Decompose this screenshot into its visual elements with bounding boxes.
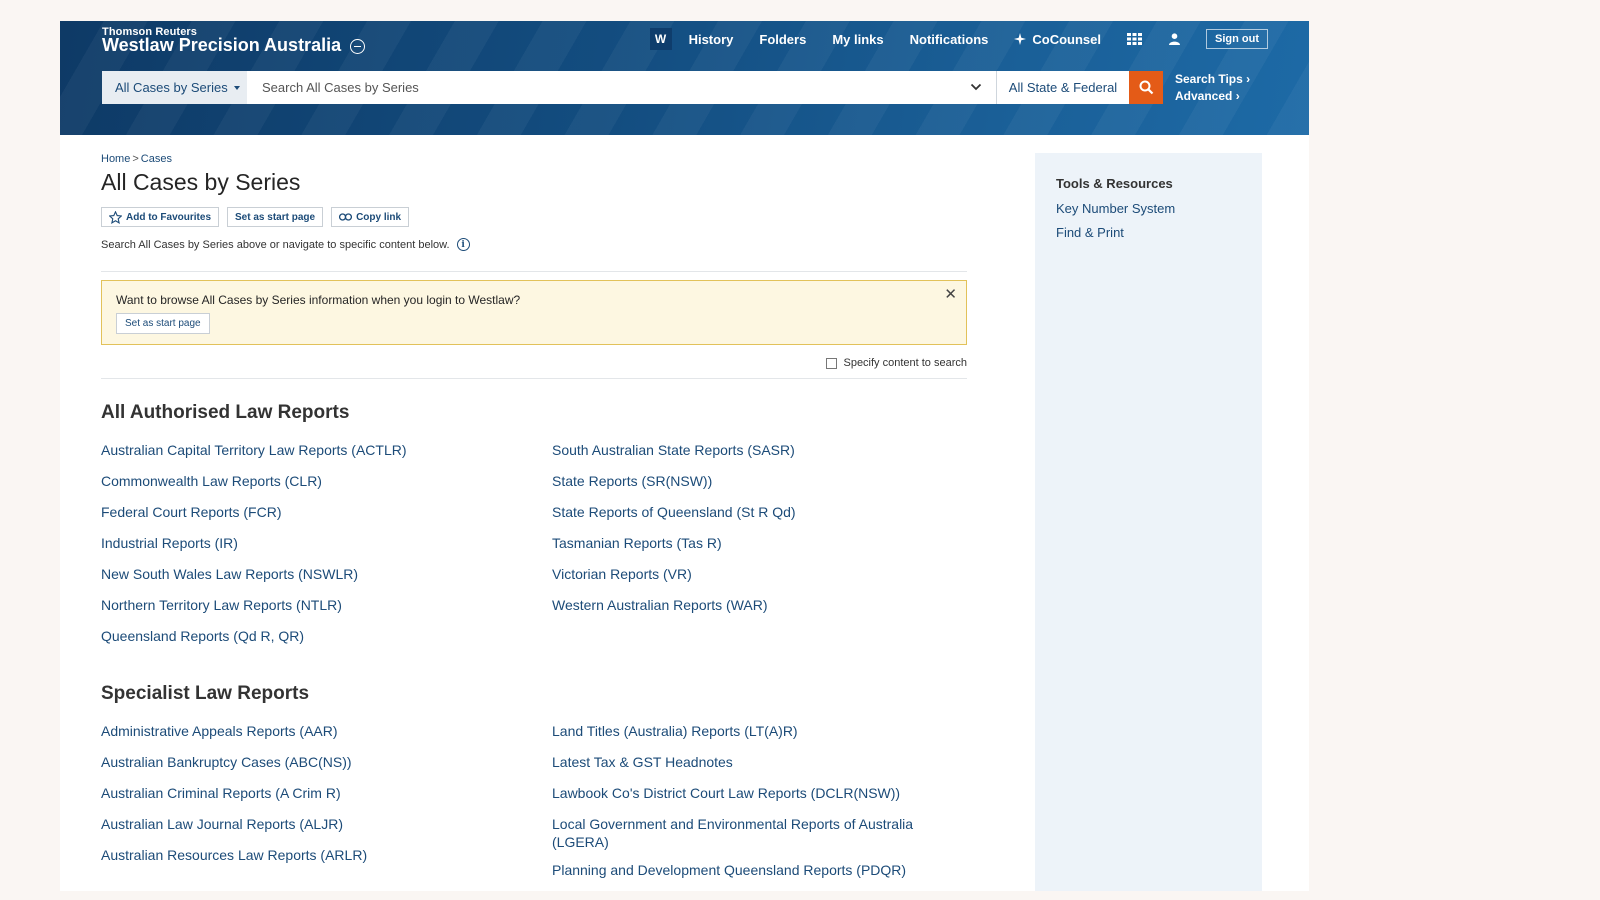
chevron-down-icon[interactable] xyxy=(970,81,982,93)
list-item[interactable]: Planning and Development Queensland Repo… xyxy=(552,861,947,891)
specify-content-checkbox[interactable]: Specify content to search xyxy=(823,357,967,369)
breadcrumb-cases[interactable]: Cases xyxy=(141,153,172,165)
nav-history[interactable]: History xyxy=(689,32,734,47)
nav-my-links[interactable]: My links xyxy=(832,32,883,47)
westlaw-w-button[interactable]: W xyxy=(649,28,672,50)
list-item[interactable]: Industrial Reports (IR) xyxy=(101,534,531,565)
list-item[interactable]: State Reports (SR(NSW)) xyxy=(552,472,967,503)
list-item[interactable]: New South Wales Law Reports (NSWLR) xyxy=(101,565,531,596)
checkbox[interactable] xyxy=(826,357,838,369)
search-input[interactable] xyxy=(247,71,997,104)
search-tips-link[interactable]: Search Tips › xyxy=(1175,71,1250,88)
sparkle-icon xyxy=(1014,33,1027,45)
banner-message: Want to browse All Cases by Series infor… xyxy=(116,293,521,307)
authorised-reports-right: South Australian State Reports (SASR) St… xyxy=(552,441,967,627)
sidebar-title: Tools & Resources xyxy=(1056,176,1173,191)
top-navigation: W History Folders My links Notifications… xyxy=(649,28,1309,50)
section-title-specialist: Specialist Law Reports xyxy=(101,683,310,704)
list-item[interactable]: Australian Criminal Reports (A Crim R) xyxy=(101,784,531,815)
list-item[interactable]: State Reports of Queensland (St R Qd) xyxy=(552,503,967,534)
brand-name[interactable]: Westlaw Precision Australia xyxy=(102,35,341,56)
specify-content-label: Specify content to search xyxy=(843,357,967,369)
authorised-reports-left: Australian Capital Territory Law Reports… xyxy=(101,441,531,658)
list-item[interactable]: Latest Tax & GST Headnotes xyxy=(552,753,947,784)
sidebar-link-find-print[interactable]: Find & Print xyxy=(1056,225,1124,240)
list-item[interactable]: Commonwealth Law Reports (CLR) xyxy=(101,472,531,503)
list-item[interactable]: Lawbook Co's District Court Law Reports … xyxy=(552,784,947,815)
search-scope-select[interactable]: All Cases by Series xyxy=(102,71,247,104)
sign-out-button[interactable]: Sign out xyxy=(1206,29,1268,49)
list-item[interactable]: Land Titles (Australia) Reports (LT(A)R) xyxy=(552,722,947,753)
breadcrumb: Home > Cases xyxy=(101,153,172,165)
search-scope-label: All Cases by Series xyxy=(115,80,228,95)
list-item[interactable]: Australian Resources Law Reports (ARLR) xyxy=(101,846,531,877)
list-item[interactable]: Local Government and Environmental Repor… xyxy=(552,815,947,861)
star-icon xyxy=(109,210,122,224)
list-item[interactable]: Federal Court Reports (FCR) xyxy=(101,503,531,534)
jurisdiction-select[interactable]: All State & Federal xyxy=(997,71,1129,104)
divider xyxy=(101,271,967,272)
list-item[interactable]: Australian Capital Territory Law Reports… xyxy=(101,441,531,472)
hint-text: Search All Cases by Series above or navi… xyxy=(101,238,450,251)
search-links: Search Tips › Advanced › xyxy=(1175,71,1250,104)
caret-down-icon xyxy=(233,85,240,90)
advanced-search-link[interactable]: Advanced › xyxy=(1175,88,1250,105)
breadcrumb-separator: > xyxy=(132,153,139,165)
list-item[interactable]: Victorian Reports (VR) xyxy=(552,565,967,596)
set-as-start-page-button[interactable]: Set as start page xyxy=(227,207,324,227)
specialist-reports-left: Administrative Appeals Reports (AAR) Aus… xyxy=(101,722,531,877)
add-to-favourites-label: Add to Favourites xyxy=(126,211,212,223)
banner-set-start-page-button[interactable]: Set as start page xyxy=(116,313,210,334)
apps-grid-icon[interactable] xyxy=(1127,32,1143,46)
divider xyxy=(101,378,967,379)
list-item[interactable]: Australian Bankruptcy Cases (ABC(NS)) xyxy=(101,753,531,784)
sidebar-link-key-number-system[interactable]: Key Number System xyxy=(1056,201,1175,216)
start-page-banner: Want to browse All Cases by Series infor… xyxy=(101,280,967,345)
page-actions: Add to Favourites Set as start page Copy… xyxy=(101,207,410,227)
list-item[interactable]: Queensland Reports (Qd R, QR) xyxy=(101,627,531,658)
copy-link-button[interactable]: Copy link xyxy=(331,207,410,227)
cocounsel-label: CoCounsel xyxy=(1032,31,1101,47)
page-title: All Cases by Series xyxy=(101,169,301,195)
search-icon xyxy=(1139,80,1153,95)
link-icon xyxy=(339,213,353,221)
global-header: Thomson Reuters Westlaw Precision Austra… xyxy=(60,21,1309,135)
info-icon[interactable]: i xyxy=(456,238,470,251)
nav-notifications[interactable]: Notifications xyxy=(910,32,989,47)
page-frame: Thomson Reuters Westlaw Precision Austra… xyxy=(60,21,1309,891)
search-bar: All Cases by Series All State & Federal … xyxy=(102,71,1250,104)
tools-resources-sidebar: Tools & Resources Key Number System Find… xyxy=(1035,153,1262,891)
add-to-favourites-button[interactable]: Add to Favourites xyxy=(101,207,220,227)
brand-logo[interactable]: Westlaw Precision Australia xyxy=(102,35,366,56)
user-profile-icon[interactable] xyxy=(1169,33,1180,45)
specialist-reports-right: Land Titles (Australia) Reports (LT(A)R)… xyxy=(552,722,947,891)
list-item[interactable]: Administrative Appeals Reports (AAR) xyxy=(101,722,531,753)
section-title-authorised: All Authorised Law Reports xyxy=(101,402,350,423)
list-item[interactable]: South Australian State Reports (SASR) xyxy=(552,441,967,472)
page-hint: Search All Cases by Series above or navi… xyxy=(101,238,470,251)
list-item[interactable]: Northern Territory Law Reports (NTLR) xyxy=(101,596,531,627)
nav-cocounsel[interactable]: CoCounsel xyxy=(1014,32,1101,47)
breadcrumb-home[interactable]: Home xyxy=(101,153,130,165)
nav-folders[interactable]: Folders xyxy=(759,32,806,47)
search-button[interactable] xyxy=(1129,71,1163,104)
list-item[interactable]: Australian Law Journal Reports (ALJR) xyxy=(101,815,531,846)
close-icon[interactable]: ✕ xyxy=(944,287,957,302)
list-item[interactable]: Western Australian Reports (WAR) xyxy=(552,596,967,627)
brand-menu-icon[interactable] xyxy=(350,39,366,54)
list-item[interactable]: Tasmanian Reports (Tas R) xyxy=(552,534,967,565)
copy-link-label: Copy link xyxy=(356,211,402,223)
